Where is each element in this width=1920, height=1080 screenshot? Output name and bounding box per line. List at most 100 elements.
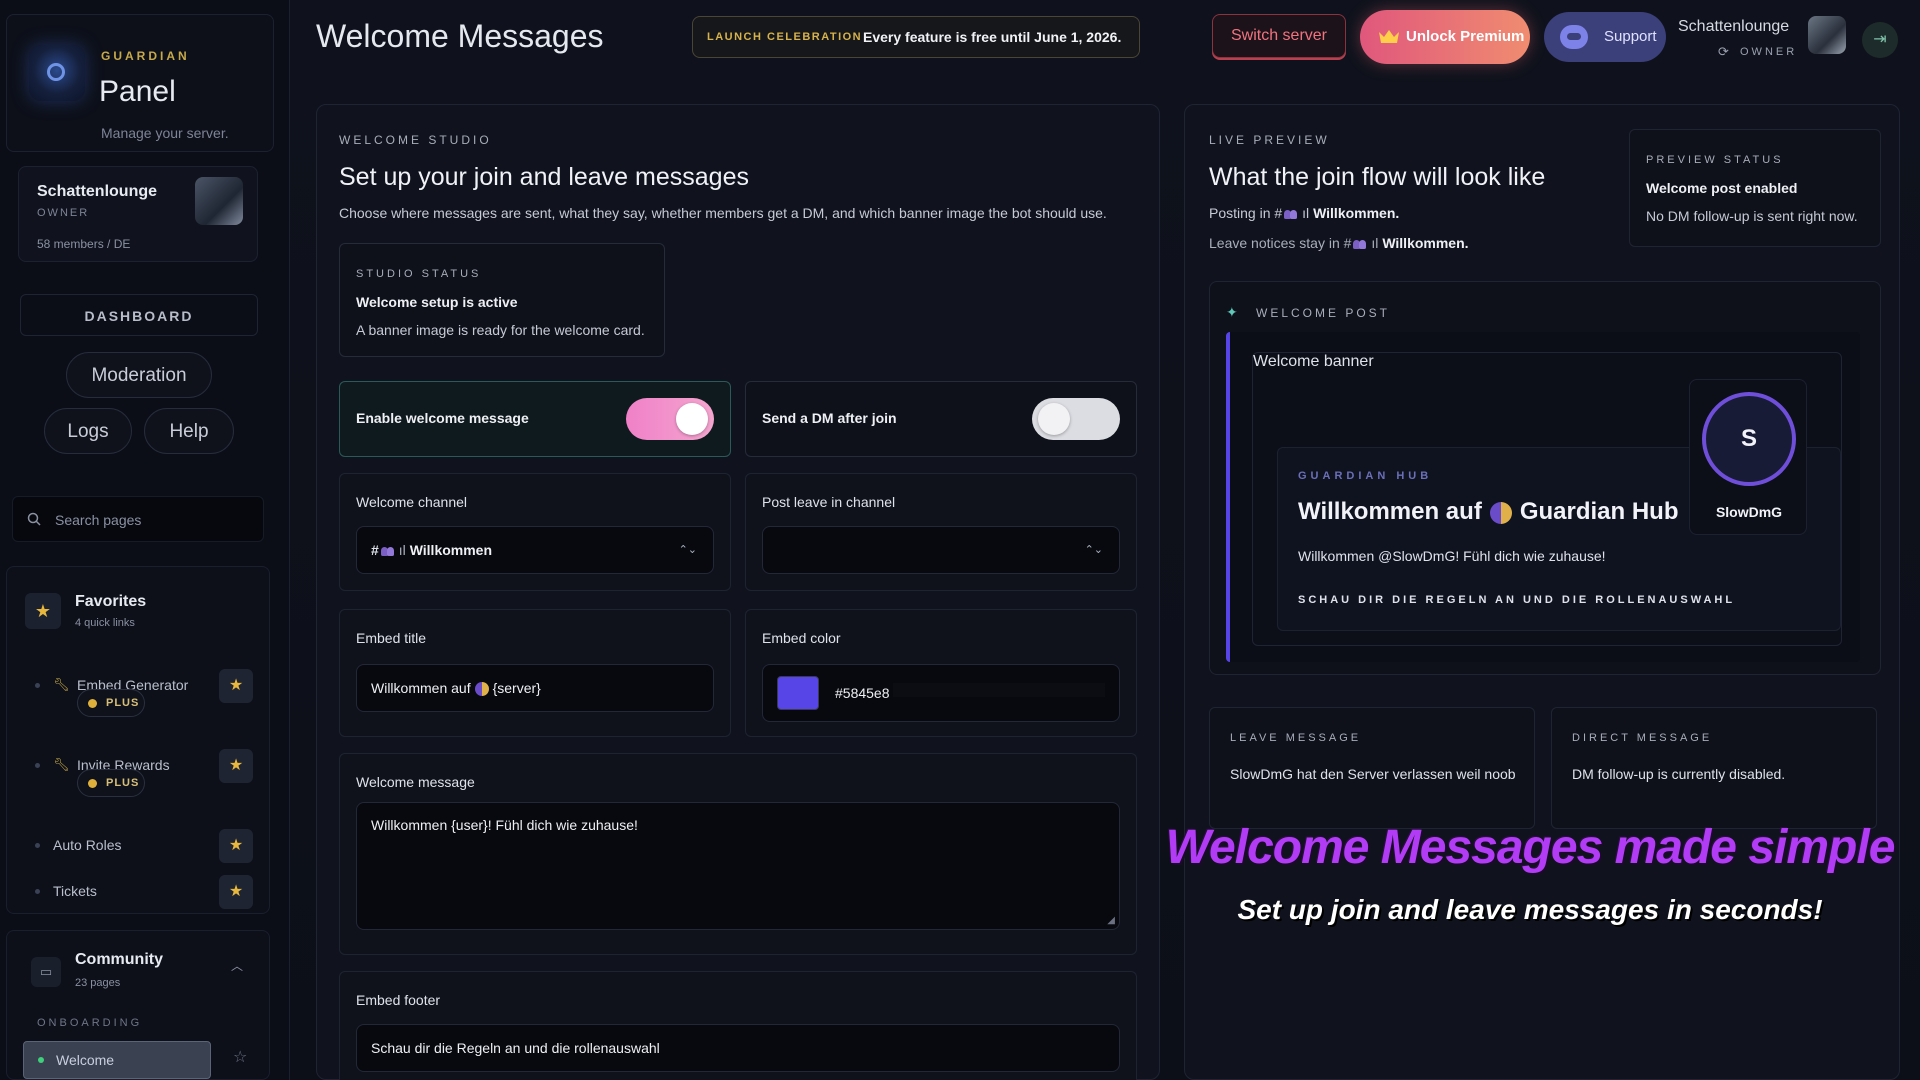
favorites-section: ★ Favorites 4 quick links 🔧︎ Embed Gener… xyxy=(6,566,270,914)
people-icon xyxy=(1353,239,1367,249)
bullet-icon xyxy=(35,889,40,894)
studio-heading: Set up your join and leave messages xyxy=(339,163,749,191)
welcome-channel-field: Welcome channel # ıl Willkommen ⌃⌄ xyxy=(339,473,731,591)
favorite-item-auto-roles[interactable]: Auto Roles ★ xyxy=(7,829,271,863)
preview-heading: What the join flow will look like xyxy=(1209,163,1546,191)
studio-status-card: STUDIO STATUS Welcome setup is active A … xyxy=(339,243,665,357)
preview-status-title: Welcome post enabled xyxy=(1646,180,1798,196)
embed-preview: Welcome banner GUARDIAN HUB Willkommen a… xyxy=(1226,332,1860,662)
wrench-icon: 🔧︎ xyxy=(53,677,70,692)
embed-title-suffix: {server} xyxy=(492,680,541,696)
avatar-name: SlowDmG xyxy=(1715,504,1783,520)
search-input[interactable]: Search pages xyxy=(55,512,141,528)
community-section: ▭ Community 23 pages ︿ ONBOARDING Welcom… xyxy=(6,930,270,1080)
welcome-channel-label: Welcome channel xyxy=(356,494,468,510)
welcome-message-textarea[interactable]: Willkommen {user}! Fühl dich wie zuhause… xyxy=(356,802,1120,930)
separator-glyph: ıl xyxy=(1302,205,1314,221)
live-preview-panel: LIVE PREVIEW What the join flow will loo… xyxy=(1184,104,1900,1080)
unfavorite-star-button[interactable]: ★ xyxy=(219,669,253,703)
brand-title: Panel xyxy=(99,75,176,108)
separator-glyph: ıl xyxy=(398,542,406,558)
hex-input-track xyxy=(893,683,1105,697)
app-root: GUARDIAN Panel Manage your server. Schat… xyxy=(0,0,1920,1080)
crown-icon xyxy=(1379,30,1399,43)
embed-title-input[interactable]: Willkommen auf {server} xyxy=(356,664,714,712)
favorite-label: Auto Roles xyxy=(53,837,122,853)
sidebar-item-welcome[interactable]: Welcome xyxy=(23,1041,211,1079)
resize-grip-icon[interactable]: ◢ xyxy=(1107,915,1115,926)
enable-welcome-toggle[interactable] xyxy=(626,398,714,440)
sparkle-icon: ✦ xyxy=(1226,304,1238,320)
hub-kicker: GUARDIAN HUB xyxy=(1298,470,1433,482)
community-title[interactable]: Community xyxy=(75,951,163,969)
status-kicker: STUDIO STATUS xyxy=(356,268,482,280)
leave-message-text: SlowDmG hat den Server verlassen weil no… xyxy=(1230,766,1516,782)
wrench-icon: 🔧︎ xyxy=(53,757,70,772)
embed-footer-input[interactable]: Schau dir die Regeln an und die rollenau… xyxy=(356,1024,1120,1072)
hub-title-suffix: Guardian Hub xyxy=(1519,498,1679,525)
unfavorite-star-button[interactable]: ★ xyxy=(219,829,253,863)
toggle-knob xyxy=(1038,403,1070,435)
welcome-message-value: Willkommen {user}! Fühl dich wie zuhause… xyxy=(371,817,638,833)
moon-emoji-icon xyxy=(1489,501,1512,524)
studio-description: Choose where messages are sent, what the… xyxy=(339,205,1107,221)
nav-logs[interactable]: Logs xyxy=(44,408,132,454)
server-card[interactable]: Schattenlounge OWNER 58 members / DE xyxy=(18,166,258,262)
status-title: Welcome setup is active xyxy=(356,294,518,310)
server-name: Schattenlounge xyxy=(37,183,158,200)
people-icon xyxy=(1284,209,1298,219)
direct-message-kicker: DIRECT MESSAGE xyxy=(1572,732,1713,744)
welcome-channel-select[interactable]: # ıl Willkommen ⌃⌄ xyxy=(356,526,714,574)
unlock-premium-button[interactable]: Unlock Premium xyxy=(1360,10,1530,64)
guardian-logo-icon xyxy=(29,45,85,101)
search-icon xyxy=(27,512,41,526)
launch-banner: LAUNCH CELEBRATION Every feature is free… xyxy=(692,16,1140,58)
nav-dashboard[interactable]: DASHBOARD xyxy=(20,294,258,336)
welcome-message-label: Welcome message xyxy=(356,774,475,790)
select-arrows-icon: ⌃⌄ xyxy=(678,544,697,556)
brand-card: GUARDIAN Panel Manage your server. xyxy=(6,14,274,152)
nav-moderation[interactable]: Moderation xyxy=(66,352,212,398)
separator-glyph: ıl xyxy=(1371,235,1383,251)
moon-emoji-icon xyxy=(474,682,489,697)
favorite-star-outline-icon[interactable]: ☆ xyxy=(233,1047,247,1067)
chat-bubble-icon: ▭ xyxy=(31,957,61,987)
brand-kicker: GUARDIAN xyxy=(101,49,190,63)
embed-title-label: Embed title xyxy=(356,630,427,646)
search-field[interactable]: Search pages xyxy=(12,496,264,542)
welcome-post-kicker: WELCOME POST xyxy=(1256,306,1391,320)
refresh-icon: ⟳ xyxy=(1718,44,1729,59)
bullet-icon xyxy=(35,763,40,768)
chevron-up-icon[interactable]: ︿ xyxy=(231,957,243,974)
unfavorite-star-button[interactable]: ★ xyxy=(219,749,253,783)
hub-title: Willkommen auf Guardian Hub xyxy=(1298,498,1678,526)
user-avatar[interactable] xyxy=(1808,16,1846,54)
welcome-message-field: Welcome message Willkommen {user}! Fühl … xyxy=(339,753,1137,955)
enable-welcome-card: Enable welcome message xyxy=(339,381,731,457)
support-button[interactable]: Support xyxy=(1544,12,1666,62)
posting-prefix: Posting in # xyxy=(1209,205,1283,221)
unfavorite-star-button[interactable]: ★ xyxy=(219,875,253,909)
leave-channel-select[interactable]: ⌃⌄ xyxy=(762,526,1120,574)
embed-color-input[interactable]: #5845e8 xyxy=(762,664,1120,722)
server-meta: 58 members / DE xyxy=(37,237,131,251)
send-dm-toggle[interactable] xyxy=(1032,398,1120,440)
nav-help[interactable]: Help xyxy=(144,408,234,454)
hub-footer: SCHAU DIR DIE REGELN AN UND DIE ROLLENAU… xyxy=(1298,594,1736,606)
bullet-icon xyxy=(35,683,40,688)
color-swatch[interactable] xyxy=(777,676,819,710)
embed-footer-label: Embed footer xyxy=(356,992,441,1008)
avatar-card: S SlowDmG xyxy=(1689,379,1807,535)
page-title: Welcome Messages xyxy=(316,18,604,54)
promo-headline: Welcome Messages made simple xyxy=(1165,821,1896,874)
leave-channel: Willkommen. xyxy=(1382,235,1469,251)
welcome-banner: Welcome banner GUARDIAN HUB Willkommen a… xyxy=(1252,352,1842,646)
direct-message-card: DIRECT MESSAGE DM follow-up is currently… xyxy=(1551,707,1877,829)
switch-server-button[interactable]: Switch server xyxy=(1212,14,1346,58)
plus-badge: PLUS xyxy=(77,689,145,717)
favorite-item-tickets[interactable]: Tickets ★ xyxy=(7,875,271,909)
launch-tag: LAUNCH CELEBRATION xyxy=(707,31,863,43)
logout-icon[interactable]: ⇥ xyxy=(1862,22,1898,58)
welcome-channel-value: Willkommen xyxy=(409,542,493,558)
favorites-subtitle: 4 quick links xyxy=(75,617,135,629)
